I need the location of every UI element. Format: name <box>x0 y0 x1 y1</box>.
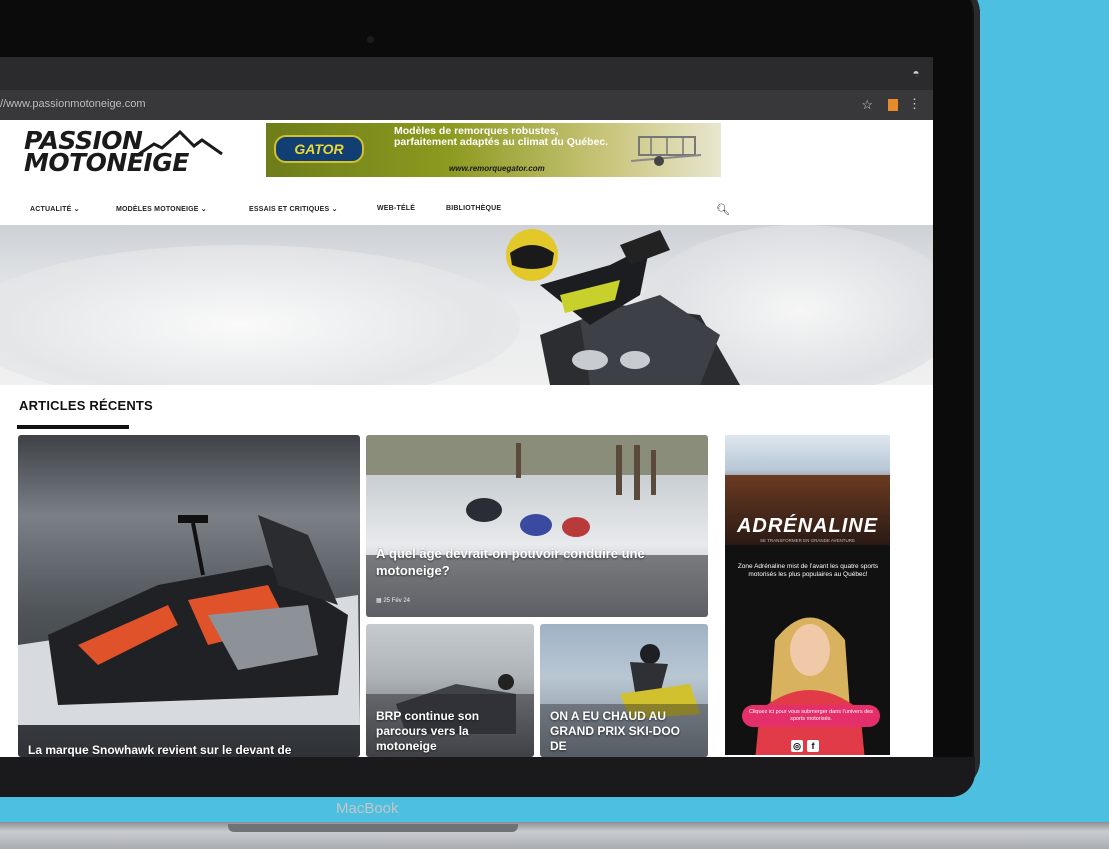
laptop-hinge-notch <box>228 824 518 832</box>
snowmobile-rider-image <box>506 229 740 385</box>
trailer-icon <box>631 136 702 166</box>
section-underline <box>17 425 129 429</box>
main-nav: ACTUALITÉ ⌄ MODÈLES MOTONEIGE ⌄ ESSAIS E… <box>0 201 933 223</box>
banner-text: Modèles de remorques robustes, parfaitem… <box>394 125 609 148</box>
search-icon[interactable]: 🔍︎ <box>716 203 730 216</box>
ad-tagline: SE TRANSFORMER EN GRANDE AVENTURE <box>759 538 856 543</box>
ad-cta-button[interactable]: Cliquez ici pour vous submerger dans l'u… <box>742 705 880 727</box>
article-card[interactable]: BRP continue son parcours vers la motone… <box>366 624 534 757</box>
article-card[interactable]: À quel âge devrait-on pouvoir conduire u… <box>366 435 708 617</box>
incognito-icon[interactable]: ◓ <box>909 66 923 80</box>
instagram-icon[interactable]: ◎ <box>791 740 803 752</box>
facebook-icon[interactable]: f <box>807 740 819 752</box>
nav-label: WEB-TÉLÉ <box>377 205 416 212</box>
sidebar-ad[interactable]: ADRÉNALINE SE TRANSFORMER EN GRANDE AVEN… <box>725 435 890 755</box>
nav-item-modeles[interactable]: MODÈLES MOTONEIGE ⌄ <box>116 205 207 213</box>
webcam <box>367 36 374 43</box>
nav-item-bibliotheque[interactable]: BIBLIOTHÈQUE <box>446 205 501 212</box>
article-card-large[interactable]: La marque Snowhawk revient sur le devant… <box>18 435 360 757</box>
article-card[interactable]: ON A EU CHAUD AU GRAND PRIX SKI-DOO DE <box>540 624 708 757</box>
address-bar[interactable]: //www.passionmotoneige.com ☆ ⋮ <box>0 90 933 120</box>
extension-icon[interactable] <box>888 99 898 111</box>
nav-label: BIBLIOTHÈQUE <box>446 205 502 212</box>
mountain-icon <box>136 130 223 158</box>
banner-url: www.remorquegator.com <box>449 164 545 173</box>
chevron-down-icon: ⌄ <box>331 206 338 213</box>
snowmobile-image <box>18 515 360 725</box>
section-title: ARTICLES RÉCENTS <box>19 398 153 413</box>
article-date: ▦ 25 Fév 24 <box>376 598 411 604</box>
url-text[interactable]: //www.passionmotoneige.com <box>0 98 146 110</box>
hero-image[interactable] <box>0 225 933 385</box>
nav-label: MODÈLES MOTONEIGE <box>116 206 199 213</box>
nav-label: ESSAIS ET CRITIQUES <box>249 206 330 213</box>
trees-image <box>366 435 708 617</box>
site-header: PASSION MOTONEIGE GATOR Modèles de remor… <box>0 120 933 220</box>
device-label: MacBook <box>336 800 399 817</box>
article-title: ON A EU CHAUD AU GRAND PRIX SKI-DOO DE <box>550 709 681 753</box>
ad-logo: ADRÉNALINE <box>736 515 879 537</box>
browser-tabstrip: ◓ <box>0 57 933 90</box>
browser-window: ◓ //www.passionmotoneige.com ☆ ⋮ PASSION… <box>0 57 933 757</box>
banner-ad[interactable]: GATOR Modèles de remorques robustes, par… <box>266 123 721 177</box>
site-logo[interactable]: PASSION MOTONEIGE <box>24 128 244 188</box>
bookmark-star-icon[interactable]: ☆ <box>861 97 873 113</box>
nav-item-essais[interactable]: ESSAIS ET CRITIQUES ⌄ <box>249 205 338 213</box>
nav-label: ACTUALITÉ <box>30 206 72 213</box>
chevron-down-icon: ⌄ <box>73 206 80 213</box>
snow-spray <box>0 245 520 385</box>
spokesperson-image <box>755 617 865 755</box>
browser-menu-icon[interactable]: ⋮ <box>908 96 921 112</box>
laptop-bottom-bezel <box>0 757 975 797</box>
chevron-down-icon: ⌄ <box>200 206 207 213</box>
laptop-base <box>0 822 1109 849</box>
article-title: BRP continue son parcours vers la motone… <box>376 709 480 753</box>
ad-description: Zone Adrénaline mist de l'avant les quat… <box>737 563 879 578</box>
article-title: À quel âge devrait-on pouvoir conduire u… <box>376 546 645 578</box>
article-title: La marque Snowhawk revient sur le devant… <box>28 743 292 757</box>
nav-item-actualite[interactable]: ACTUALITÉ ⌄ <box>30 205 80 213</box>
ad-social-links: ◎ f <box>791 740 821 752</box>
nav-item-web-tele[interactable]: WEB-TÉLÉ <box>377 205 415 212</box>
gator-logo: GATOR <box>274 135 364 163</box>
